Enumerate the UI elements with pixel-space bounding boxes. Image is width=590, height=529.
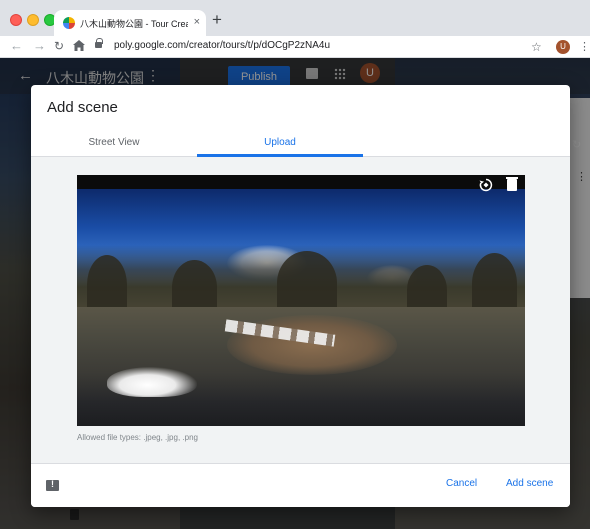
tree [87,255,127,315]
browser-toolbar: ← → ↻ poly.google.com/creator/tours/t/p/… [0,36,590,58]
browser-menu-icon[interactable]: ⋮ [579,40,590,53]
lock-icon[interactable] [95,38,103,48]
add-scene-dialog: Add scene Street View Upload Allowed fil… [31,85,570,507]
address-bar[interactable]: poly.google.com/creator/tours/t/p/dOCgP2… [92,38,522,55]
browser-tab[interactable]: 八木山動物公園 - Tour Creator × [54,10,206,36]
tab-upload[interactable]: Upload [197,129,363,157]
panorama-preview [77,175,525,426]
url-text: poly.google.com/creator/tours/t/p/dOCgP2… [114,40,331,51]
tour-creator-favicon-icon [63,17,75,29]
reload-icon[interactable]: ↻ [54,38,64,54]
cancel-button[interactable]: Cancel [446,478,477,489]
upload-area: Allowed file types: .jpeg, .jpg, .png [31,157,570,463]
new-tab-button[interactable]: + [212,11,222,28]
feedback-icon[interactable] [46,479,59,491]
tab-street-view[interactable]: Street View [31,129,197,157]
panorama-foreground [107,367,197,397]
dialog-footer: Cancel Add scene [31,463,570,507]
browser-profile-avatar[interactable]: U [556,40,570,54]
panorama-trees [77,245,525,315]
window-close-button[interactable] [10,14,22,26]
back-icon[interactable]: ← [10,38,23,54]
scene-source-tabs: Street View Upload [31,129,570,157]
window-minimize-button[interactable] [27,14,39,26]
add-scene-button[interactable]: Add scene [506,478,553,489]
rotate-icon[interactable] [479,178,493,192]
forward-icon[interactable]: → [33,38,46,54]
tab-close-icon[interactable]: × [194,15,200,29]
preview-toolbar [77,175,525,189]
tree [472,253,517,315]
home-icon[interactable] [73,39,85,55]
browser-tab-strip: 八木山動物公園 - Tour Creator × + [0,0,590,36]
trash-icon[interactable] [506,177,518,191]
bookmark-star-icon[interactable]: ☆ [531,40,542,54]
allowed-file-types: Allowed file types: .jpeg, .jpg, .png [77,433,198,442]
dialog-title: Add scene [47,99,118,116]
tree [277,251,337,315]
browser-tab-title: 八木山動物公園 - Tour Creator [80,19,188,29]
